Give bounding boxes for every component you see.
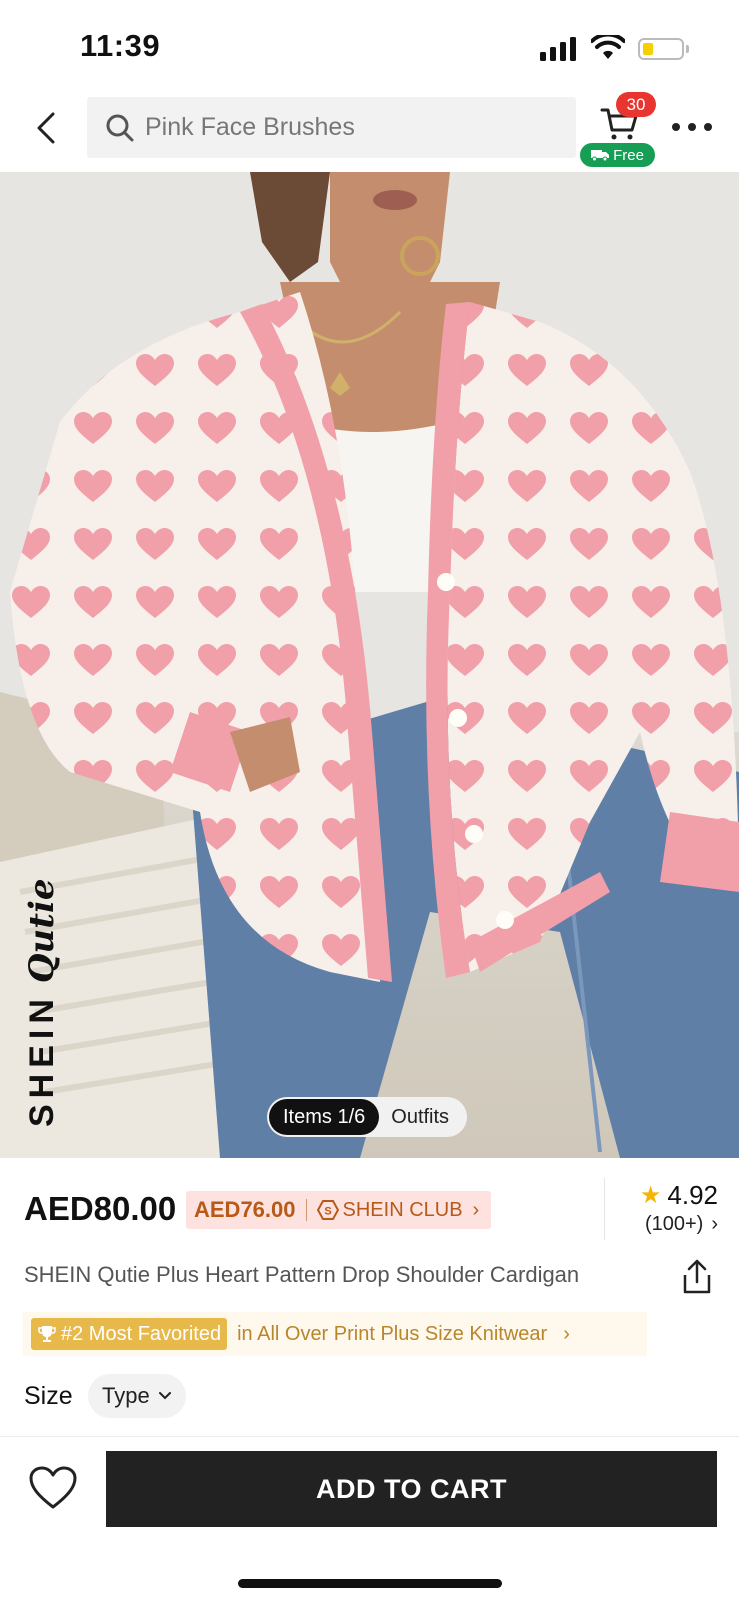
battery-icon — [638, 38, 684, 60]
trophy-icon — [38, 1326, 56, 1342]
items-tab[interactable]: Items 1/6 — [269, 1099, 380, 1135]
shein-club-icon: S — [316, 1200, 339, 1220]
chevron-left-icon — [37, 112, 55, 144]
bottom-action-bar: ADD TO CART — [0, 1436, 739, 1600]
image-pager: Items 1/6 Outfits — [267, 1097, 468, 1137]
price-row: AED80.00 AED76.00 S SHEIN CLUB › ★ 4.92 … — [0, 1158, 739, 1263]
battery-tip — [686, 45, 689, 53]
cart-button[interactable]: 30 Free — [580, 92, 660, 172]
search-placeholder: Pink Face Brushes — [145, 113, 355, 141]
club-label: SHEIN CLUB — [342, 1198, 463, 1221]
dot — [672, 123, 680, 131]
brand-script: Qutie — [22, 878, 62, 984]
rating-score: 4.92 — [667, 1180, 718, 1210]
product-photo-illustration — [0, 172, 739, 1158]
brand-word: SHEIN — [23, 993, 61, 1127]
dot — [704, 123, 712, 131]
status-bar: 11:39 — [0, 0, 739, 92]
top-nav-bar: Pink Face Brushes 30 Free — [0, 92, 739, 172]
size-type-dropdown[interactable]: Type — [88, 1374, 186, 1418]
chevron-right-icon: › — [472, 1198, 480, 1221]
wifi-icon — [591, 35, 625, 59]
share-icon — [683, 1259, 711, 1294]
back-button[interactable] — [28, 106, 64, 150]
product-title: SHEIN Qutie Plus Heart Pattern Drop Shou… — [24, 1262, 580, 1287]
truck-icon — [591, 150, 610, 161]
add-to-cart-button[interactable]: ADD TO CART — [106, 1451, 717, 1527]
more-options-button[interactable] — [672, 114, 712, 140]
rank-category: in All Over Print Plus Size Knitwear — [237, 1322, 548, 1345]
wishlist-button[interactable] — [28, 1465, 78, 1511]
product-image[interactable]: SHEIN Qutie Items 1/6 Outfits — [0, 172, 739, 1158]
chevron-right-icon: › — [563, 1322, 570, 1345]
club-price: AED76.00 — [194, 1197, 296, 1222]
product-price: AED80.00 — [24, 1190, 177, 1227]
heart-icon — [29, 1466, 77, 1509]
chevron-down-icon — [158, 1392, 171, 1400]
free-shipping-badge: Free — [580, 143, 655, 167]
brand-watermark: SHEIN Qutie — [22, 878, 282, 1127]
share-button[interactable] — [681, 1258, 713, 1296]
outfits-tab[interactable]: Outfits — [379, 1099, 465, 1135]
dot — [688, 123, 696, 131]
size-label: Size — [24, 1382, 73, 1410]
svg-text:S: S — [324, 1206, 331, 1218]
search-input[interactable]: Pink Face Brushes — [87, 97, 576, 158]
size-type-label: Type — [102, 1383, 150, 1408]
cellular-signal-icon — [540, 37, 576, 61]
chevron-right-icon: › — [711, 1213, 718, 1235]
rank-badge-label: #2 Most Favorited — [61, 1322, 222, 1345]
rating-count: (100+) — [644, 1213, 704, 1235]
free-shipping-label: Free — [613, 146, 644, 164]
home-indicator — [238, 1579, 502, 1588]
rating-summary[interactable]: ★ 4.92 (100+) › — [630, 1180, 718, 1236]
title-row: SHEIN Qutie Plus Heart Pattern Drop Shou… — [0, 1258, 739, 1308]
search-icon — [106, 114, 134, 141]
club-divider — [305, 1199, 307, 1221]
status-time: 11:39 — [80, 28, 161, 63]
ranking-banner[interactable]: #2 Most Favorited in All Over Print Plus… — [23, 1312, 647, 1356]
divider — [604, 1178, 605, 1240]
cart-count-badge: 30 — [616, 92, 656, 117]
rank-badge: #2 Most Favorited — [31, 1318, 228, 1350]
size-row: Size Type — [0, 1372, 739, 1422]
shein-club-price-tag[interactable]: AED76.00 S SHEIN CLUB › — [186, 1191, 492, 1229]
star-icon: ★ — [639, 1182, 662, 1209]
